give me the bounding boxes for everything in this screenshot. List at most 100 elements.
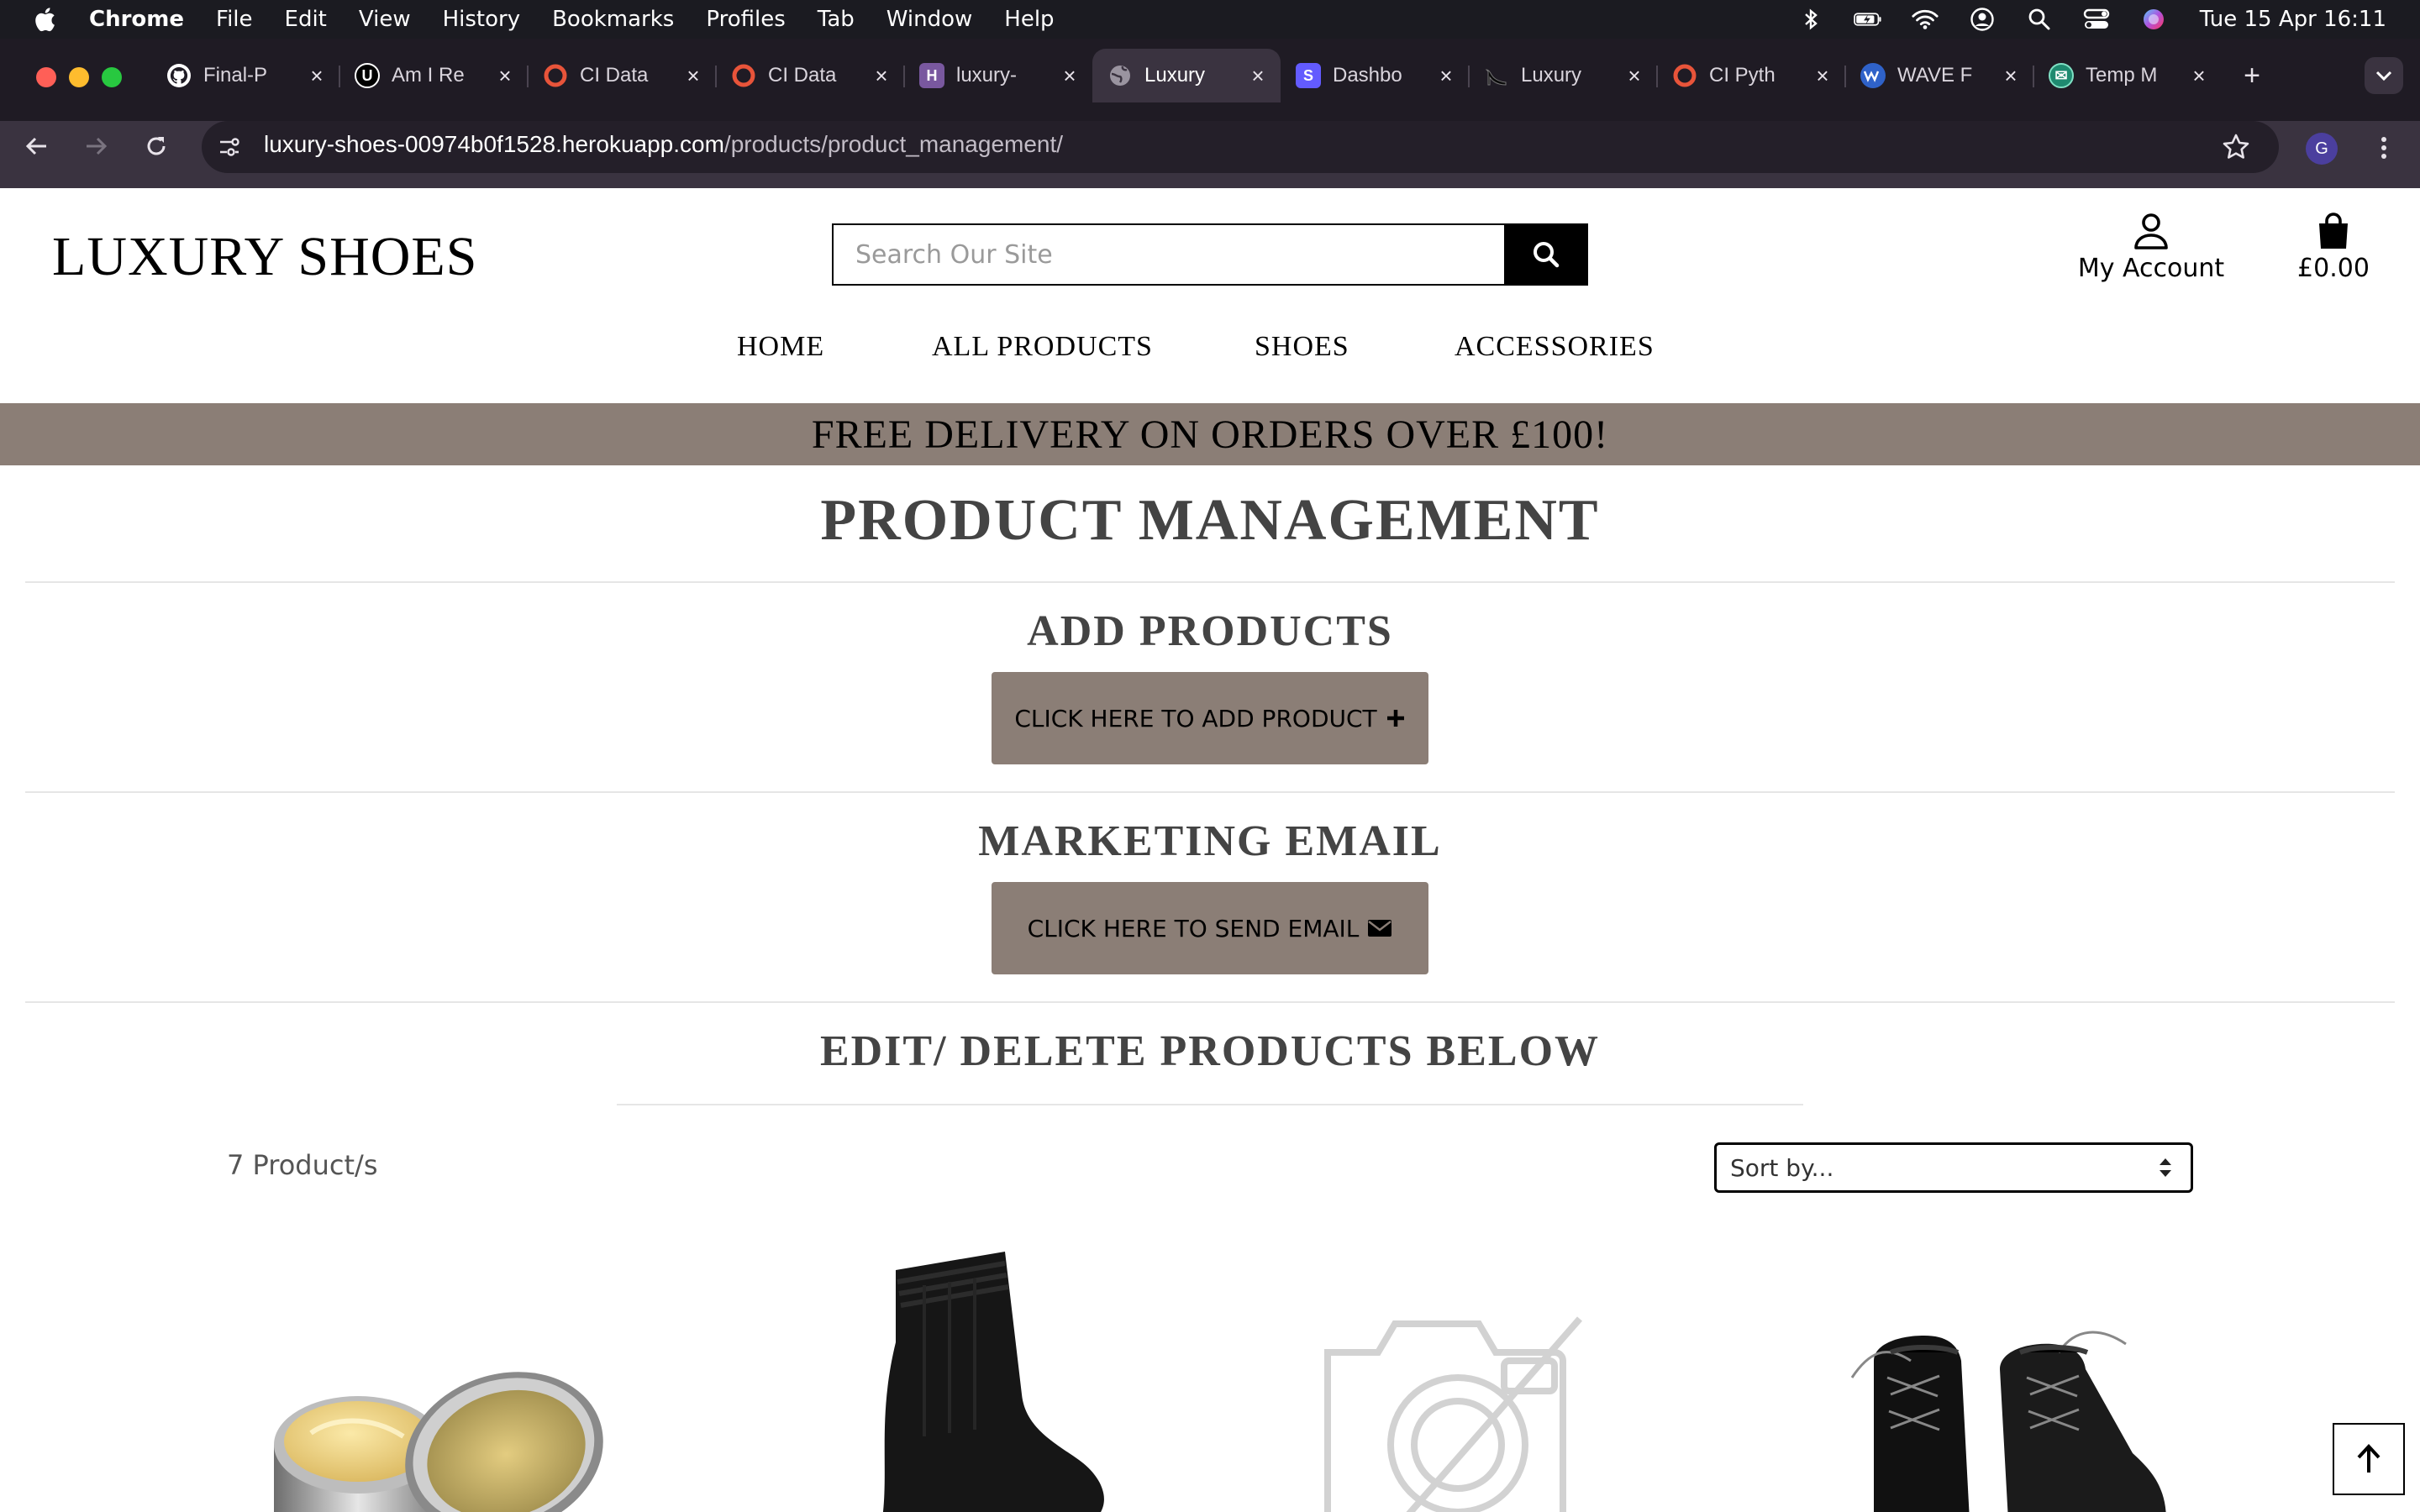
close-icon[interactable]: × — [871, 63, 892, 88]
macos-menubar: Chrome File Edit View History Bookmarks … — [0, 0, 2420, 39]
battery-icon[interactable] — [1854, 7, 1882, 32]
wifi-icon[interactable] — [1911, 7, 1939, 32]
envelope-icon — [1368, 920, 1392, 937]
menu-view[interactable]: View — [359, 7, 411, 32]
heroku-icon: H — [919, 63, 944, 88]
tab-title: Luxury — [1521, 64, 1582, 87]
close-icon[interactable]: × — [1059, 63, 1081, 88]
send-email-button[interactable]: CLICK HERE TO SEND EMAIL — [992, 882, 1428, 974]
forward-button[interactable] — [76, 126, 116, 166]
nav-home[interactable]: HOME — [737, 331, 824, 363]
divider — [25, 581, 2395, 583]
close-icon[interactable]: × — [2000, 63, 2022, 88]
control-center-icon[interactable] — [2082, 7, 2111, 32]
search-icon — [1534, 242, 1560, 268]
product-card-image[interactable] — [1840, 1235, 2193, 1512]
back-button[interactable] — [17, 126, 57, 166]
sort-select-value: Sort by... — [1730, 1153, 1834, 1182]
product-card-image[interactable] — [252, 1235, 655, 1512]
delivery-banner: FREE DELIVERY ON ORDERS OVER £100! — [0, 403, 2420, 465]
nav-all-products[interactable]: ALL PRODUCTS — [932, 331, 1153, 363]
menu-window[interactable]: Window — [886, 7, 973, 32]
browser-tab[interactable]: H luxury- × — [904, 49, 1092, 102]
shopping-bag-link[interactable]: £0.00 — [2286, 212, 2381, 292]
add-products-heading: ADD PRODUCTS — [1027, 607, 1393, 655]
edit-delete-heading: EDIT/ DELETE PRODUCTS BELOW — [819, 1027, 1601, 1075]
stripe-icon: S — [1296, 63, 1321, 88]
browser-tab[interactable]: Final-P × — [151, 49, 340, 102]
browser-tab[interactable]: S Dashbo × — [1281, 49, 1470, 102]
url-host: luxury-shoes-00974b0f1528.herokuapp.com — [264, 131, 724, 157]
browser-tab[interactable]: ✉ Temp M × — [2033, 49, 2222, 102]
menu-tab[interactable]: Tab — [818, 7, 855, 32]
close-icon[interactable]: × — [2188, 63, 2210, 88]
close-icon[interactable]: × — [494, 63, 516, 88]
back-to-top-button[interactable] — [2333, 1423, 2405, 1495]
arrow-left-icon — [25, 137, 46, 155]
browser-tab[interactable]: CI Data × — [528, 49, 717, 102]
bookmark-star-icon[interactable] — [2220, 131, 2252, 163]
black-sock-image — [882, 1252, 1104, 1512]
sort-select[interactable]: Sort by... — [1714, 1142, 2193, 1193]
menu-bookmarks[interactable]: Bookmarks — [552, 7, 674, 32]
product-card-image[interactable] — [832, 1235, 1202, 1512]
browser-tab[interactable]: CI Data × — [716, 49, 905, 102]
window-zoom-button[interactable] — [102, 67, 122, 87]
my-account-link[interactable]: My Account — [2067, 212, 2235, 292]
add-product-button[interactable]: CLICK HERE TO ADD PRODUCT — [992, 672, 1428, 764]
menubar-clock[interactable]: Tue 15 Apr 16:11 — [2200, 7, 2386, 32]
menu-profiles[interactable]: Profiles — [706, 7, 785, 32]
delivery-banner-text: FREE DELIVERY ON ORDERS OVER £100! — [811, 412, 1609, 457]
menu-app-chrome[interactable]: Chrome — [89, 7, 184, 32]
tab-title: CI Data — [768, 64, 837, 87]
spotlight-search-icon[interactable] — [2025, 7, 2054, 32]
menu-help[interactable]: Help — [1004, 7, 1054, 32]
close-icon[interactable]: × — [1623, 63, 1645, 88]
browser-tab[interactable]: Luxury × — [1469, 49, 1658, 102]
nav-shoes[interactable]: SHOES — [1255, 331, 1349, 363]
more-menu-icon[interactable] — [2371, 131, 2396, 165]
temp-mail-icon: ✉ — [2049, 63, 2074, 88]
bluetooth-icon[interactable] — [1797, 7, 1825, 32]
browser-tabs: Final-P × U Am I Re × CI Data × CI Data … — [151, 49, 2222, 102]
user-icon — [2067, 212, 2235, 250]
browser-tab[interactable]: CI Pyth × — [1657, 49, 1846, 102]
select-arrows-icon — [2160, 1158, 2171, 1177]
user-account-icon[interactable] — [1968, 7, 1996, 32]
reload-button[interactable] — [136, 126, 176, 166]
site-logo[interactable]: LUXURY SHOES — [52, 225, 477, 289]
site-search-input[interactable] — [832, 223, 1504, 286]
close-icon[interactable]: × — [682, 63, 704, 88]
close-icon[interactable]: × — [1435, 63, 1457, 88]
tab-title: Am I Re — [392, 64, 465, 87]
siri-icon[interactable] — [2139, 7, 2168, 32]
close-icon[interactable]: × — [306, 63, 328, 88]
divider — [617, 1104, 1803, 1105]
menu-edit[interactable]: Edit — [285, 7, 327, 32]
window-minimize-button[interactable] — [69, 67, 89, 87]
url-path: /products/product_management/ — [723, 131, 1064, 157]
add-product-button-label: CLICK HERE TO ADD PRODUCT — [1014, 704, 1377, 732]
site-search-button[interactable] — [1504, 223, 1588, 286]
close-icon[interactable]: × — [1812, 63, 1833, 88]
no-image-placeholder — [1324, 1316, 1583, 1512]
tab-search-button[interactable] — [2365, 57, 2403, 94]
profile-avatar[interactable]: G — [2306, 133, 2338, 165]
tab-title: Luxury — [1144, 64, 1206, 87]
apple-logo-icon[interactable] — [32, 5, 57, 34]
nav-accessories[interactable]: ACCESSORIES — [1455, 331, 1655, 363]
new-tab-button[interactable]: + — [2235, 59, 2269, 92]
window-close-button[interactable] — [36, 67, 56, 87]
menu-history[interactable]: History — [443, 7, 521, 32]
close-icon[interactable]: × — [1247, 63, 1269, 88]
browser-tab-active[interactable]: Luxury × — [1092, 49, 1281, 102]
address-url[interactable]: luxury-shoes-00974b0f1528.herokuapp.com/… — [264, 131, 1063, 158]
shopping-bag-icon — [2286, 212, 2381, 250]
browser-tab[interactable]: U Am I Re × — [339, 49, 529, 102]
tab-title: CI Data — [580, 64, 649, 87]
product-count: 7 Product/s — [227, 1149, 378, 1181]
site-info-icon[interactable] — [215, 133, 244, 161]
product-card-image[interactable] — [1311, 1235, 1630, 1512]
browser-tab[interactable]: WAVE F × — [1845, 49, 2034, 102]
menu-file[interactable]: File — [216, 7, 253, 32]
